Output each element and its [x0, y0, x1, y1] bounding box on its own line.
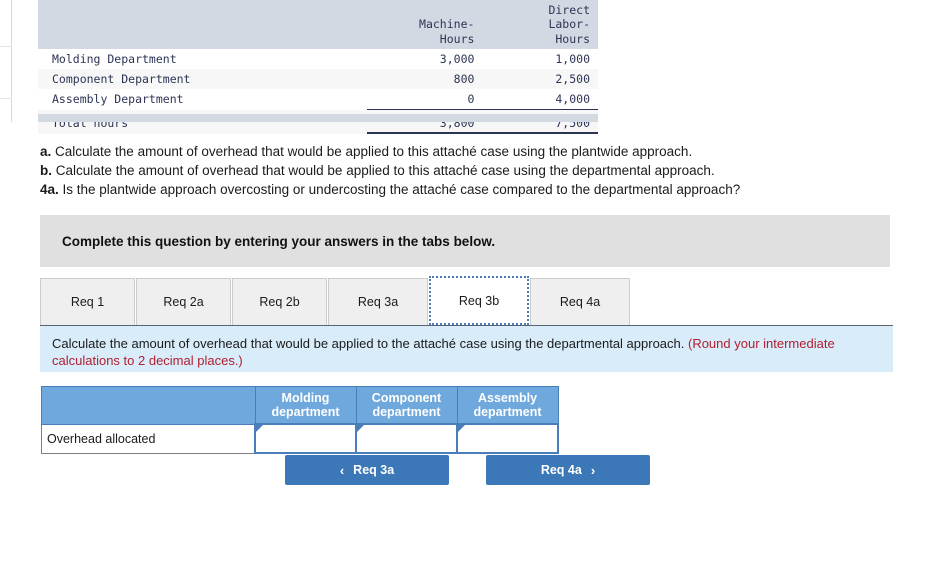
left-panel-edge	[0, 0, 12, 122]
cell-component-machine-hours: 800	[366, 69, 483, 89]
tab-req-2b[interactable]: Req 2b	[232, 278, 327, 325]
answer-table-header-row: Molding department Component department …	[41, 386, 559, 425]
tab-req-3a-label: Req 3a	[357, 295, 399, 309]
header-machine-hours: Machine- Hours	[366, 0, 483, 49]
prompt-text-a: Calculate the amount of overhead that wo…	[51, 144, 693, 159]
prev-req-3a-button[interactable]: ‹ Req 3a	[285, 455, 449, 485]
tab-req-3a[interactable]: Req 3a	[328, 278, 428, 325]
header-machine-hours-line1: Machine-	[419, 17, 475, 31]
answer-header-component-line2: department	[372, 405, 441, 419]
row-label-assembly: Assembly Department	[38, 89, 367, 110]
answer-header-assembly: Assembly department	[456, 386, 559, 425]
prompt-label-a: a.	[40, 144, 52, 159]
header-blank	[38, 0, 367, 49]
tab-req-4a[interactable]: Req 4a	[530, 278, 630, 325]
cell-molding-labor-hours: 1,000	[482, 49, 598, 69]
prompt-text-4a: Is the plantwide approach overcosting or…	[58, 182, 741, 197]
row-label-molding: Molding Department	[38, 49, 367, 69]
question-prompts: a. Calculate the amount of overhead that…	[40, 142, 910, 199]
tab-req-2a[interactable]: Req 2a	[136, 278, 231, 325]
tab-req-4a-label: Req 4a	[559, 295, 601, 309]
answer-header-molding: Molding department	[254, 386, 357, 425]
overhead-assembly-input[interactable]	[458, 425, 557, 452]
tab-req-1-label: Req 1	[70, 295, 105, 309]
tab-req-2a-label: Req 2a	[163, 295, 204, 309]
header-machine-hours-line2: Hours	[439, 31, 475, 46]
answer-header-component-line1: Component	[371, 391, 442, 405]
requirement-tabs: Req 1 Req 2a Req 2b Req 3a Req 3b Req 4a	[40, 276, 893, 326]
cell-assembly-machine-hours: 0	[366, 89, 483, 110]
next-req-4a-button[interactable]: Req 4a ›	[486, 455, 650, 485]
table-row: Assembly Department 0 4,000	[38, 89, 598, 110]
cell-assembly-labor-hours: 4,000	[482, 89, 598, 110]
prompt-label-4a: 4a.	[40, 182, 59, 197]
tab-req-1[interactable]: Req 1	[40, 278, 135, 325]
prompt-text-b: Calculate the amount of overhead that wo…	[52, 163, 715, 178]
chevron-right-icon: ›	[590, 462, 596, 478]
table-row: Molding Department 3,000 1,000	[38, 49, 598, 69]
answer-header-assembly-line2: department	[473, 405, 542, 419]
prompt-line-b: b. Calculate the amount of overhead that…	[40, 161, 910, 180]
answer-header-component: Component department	[355, 386, 458, 425]
table-row: Component Department 800 2,500	[38, 69, 598, 89]
tab-navigation: ‹ Req 3a Req 4a ›	[285, 455, 650, 485]
answer-header-molding-line1: Molding	[281, 391, 330, 405]
overhead-component-input[interactable]	[357, 425, 456, 452]
left-panel-divider	[0, 98, 12, 99]
tab-req-3b-label: Req 3b	[458, 293, 500, 308]
overhead-molding-cell[interactable]	[254, 423, 357, 454]
table-header-row: Machine- Hours Direct Labor- Hours	[38, 0, 598, 49]
answer-header-blank	[41, 386, 256, 425]
left-panel-divider	[0, 46, 12, 47]
complete-question-banner-text: Complete this question by entering your …	[62, 233, 496, 249]
requirement-instruction: Calculate the amount of overhead that wo…	[40, 326, 893, 372]
answer-row-label-overhead-allocated: Overhead allocated	[41, 423, 256, 454]
chevron-left-icon: ‹	[339, 462, 345, 478]
answer-header-assembly-line1: Assembly	[477, 391, 538, 405]
overhead-answer-table: Molding department Component department …	[41, 386, 559, 454]
prompt-label-b: b.	[40, 163, 52, 178]
answer-header-molding-line2: department	[271, 405, 340, 419]
instruction-main-text: Calculate the amount of overhead that wo…	[52, 336, 688, 351]
overhead-assembly-cell[interactable]	[456, 423, 559, 454]
tab-req-2b-label: Req 2b	[259, 295, 300, 309]
overhead-molding-input[interactable]	[256, 425, 355, 452]
prompt-line-4a: 4a. Is the plantwide approach overcostin…	[40, 180, 910, 199]
header-direct-labor-hours: Direct Labor- Hours	[482, 0, 598, 49]
prev-req-3a-label: Req 3a	[353, 463, 395, 477]
overhead-component-cell[interactable]	[355, 423, 458, 454]
row-label-component: Component Department	[38, 69, 367, 89]
answer-table-row: Overhead allocated	[41, 423, 559, 454]
next-req-4a-label: Req 4a	[540, 463, 582, 477]
cell-component-labor-hours: 2,500	[482, 69, 598, 89]
header-direct-labor-line2: Labor-	[548, 17, 590, 31]
header-direct-labor-line3: Hours	[555, 31, 590, 46]
complete-question-banner: Complete this question by entering your …	[40, 215, 890, 267]
tab-req-3b[interactable]: Req 3b	[429, 276, 529, 325]
cell-molding-machine-hours: 3,000	[366, 49, 483, 69]
header-direct-labor-line1: Direct	[548, 2, 590, 17]
table-footer-bar	[38, 114, 598, 122]
prompt-line-a: a. Calculate the amount of overhead that…	[40, 142, 910, 161]
